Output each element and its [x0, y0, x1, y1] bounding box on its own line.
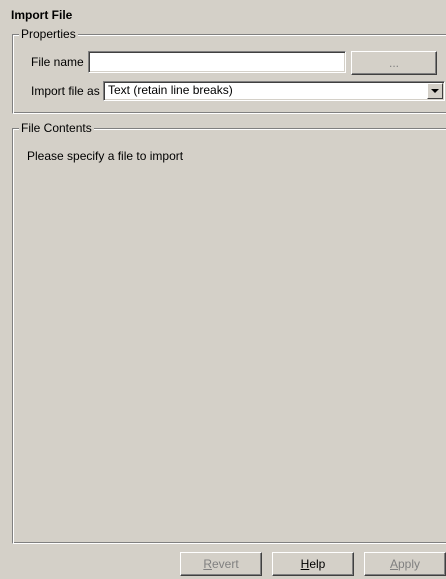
apply-button[interactable]: Apply — [364, 552, 446, 576]
file-contents-group: File Contents Please specify a file to i… — [12, 121, 446, 544]
revert-button[interactable]: Revert — [180, 552, 262, 576]
file-name-label: File name — [31, 55, 84, 69]
apply-label-rest: pply — [398, 557, 421, 571]
dialog-title: Import File — [11, 8, 73, 22]
import-file-as-selected-value: Text (retain line breaks) — [108, 83, 233, 97]
revert-label-rest: evert — [211, 557, 239, 571]
help-label-rest: elp — [309, 557, 326, 571]
properties-group-label: Properties — [19, 27, 78, 41]
import-file-as-select[interactable]: Text (retain line breaks) — [103, 81, 445, 101]
import-file-as-label: Import file as — [31, 84, 100, 98]
help-button[interactable]: Help — [272, 552, 354, 576]
file-contents-message: Please specify a file to import — [27, 149, 184, 163]
chevron-down-icon[interactable] — [427, 83, 443, 99]
file-name-input[interactable] — [88, 51, 346, 73]
revert-accel: R — [203, 557, 212, 571]
browse-button[interactable]: ... — [351, 51, 437, 75]
apply-accel: A — [389, 557, 398, 571]
file-contents-group-label: File Contents — [19, 121, 94, 135]
properties-group: Properties File name ... Import file as … — [12, 27, 446, 114]
